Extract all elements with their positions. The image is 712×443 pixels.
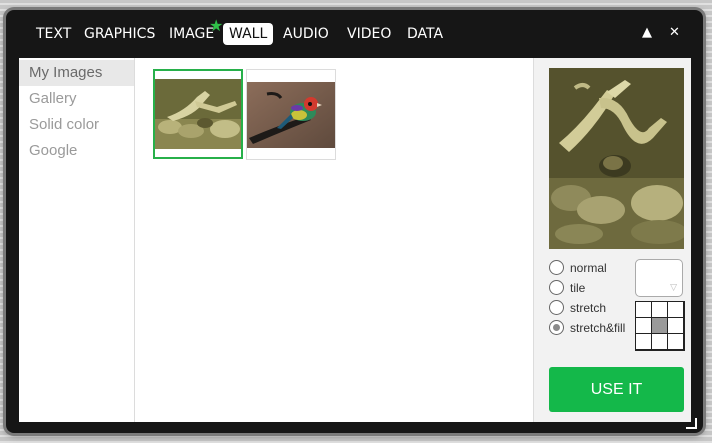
align-bottom-center[interactable] <box>652 334 667 349</box>
radio-normal[interactable] <box>549 260 564 276</box>
radio-tile[interactable] <box>549 280 564 296</box>
align-top-right[interactable] <box>668 302 683 317</box>
fill-option-stretch[interactable]: stretch <box>549 299 606 317</box>
sidebar-item-google[interactable]: Google <box>19 138 134 164</box>
sidebar-item-gallery[interactable]: Gallery <box>19 86 134 112</box>
align-middle-left[interactable] <box>636 318 651 333</box>
align-bottom-left[interactable] <box>636 334 651 349</box>
fill-label-stretch: stretch <box>570 301 607 315</box>
radio-stretch[interactable] <box>549 300 564 316</box>
image-thumbnail-driftwood[interactable] <box>153 69 243 159</box>
alignment-grid <box>635 301 685 351</box>
collapse-icon[interactable]: ▲ <box>642 25 652 41</box>
tab-wall[interactable]: WALL <box>223 23 274 45</box>
tab-bar: TEXT GRAPHICS IMAGE ★ WALL AUDIO VIDEO D… <box>6 10 703 56</box>
driftwood-image <box>155 79 241 149</box>
tab-text[interactable]: TEXT <box>30 23 77 45</box>
image-thumbnail-bird[interactable] <box>246 69 336 160</box>
tab-audio[interactable]: AUDIO <box>277 23 335 45</box>
dropdown-triangle-icon: ▽ <box>670 283 677 293</box>
tab-graphics[interactable]: GRAPHICS <box>78 23 161 45</box>
selected-image-preview <box>549 68 684 249</box>
align-bottom-right[interactable] <box>668 334 683 349</box>
resize-handle[interactable] <box>686 418 697 429</box>
align-middle-right[interactable] <box>668 318 683 333</box>
align-top-center[interactable] <box>652 302 667 317</box>
tab-video[interactable]: VIDEO <box>341 23 397 45</box>
fill-label-tile: tile <box>570 281 586 295</box>
sidebar-item-solid-color[interactable]: Solid color <box>19 112 134 138</box>
bird-image <box>247 82 335 148</box>
source-sidebar: My Images Gallery Solid color Google <box>19 58 135 422</box>
fill-label-normal: normal <box>570 261 607 275</box>
fill-option-stretch-fill[interactable]: stretch&fill <box>549 319 625 337</box>
close-icon[interactable]: ✕ <box>669 25 680 41</box>
align-top-left[interactable] <box>636 302 651 317</box>
tab-data[interactable]: DATA <box>401 23 449 45</box>
radio-stretch-fill[interactable] <box>549 320 564 336</box>
wall-dialog: TEXT GRAPHICS IMAGE ★ WALL AUDIO VIDEO D… <box>6 10 703 433</box>
dialog-content: My Images Gallery Solid color Google nor… <box>19 58 691 422</box>
star-icon: ★ <box>209 16 224 35</box>
fill-label-stretch-fill: stretch&fill <box>570 321 626 335</box>
align-center[interactable] <box>652 318 667 333</box>
background-color-picker[interactable]: ▽ <box>635 259 683 297</box>
fill-option-normal[interactable]: normal <box>549 259 607 277</box>
sidebar-item-my-images[interactable]: My Images <box>19 60 134 86</box>
wall-settings-panel: normal tile stretch stretch&fill ▽ USE I… <box>533 58 691 422</box>
fill-option-tile[interactable]: tile <box>549 279 585 297</box>
use-it-button[interactable]: USE IT <box>549 367 684 412</box>
